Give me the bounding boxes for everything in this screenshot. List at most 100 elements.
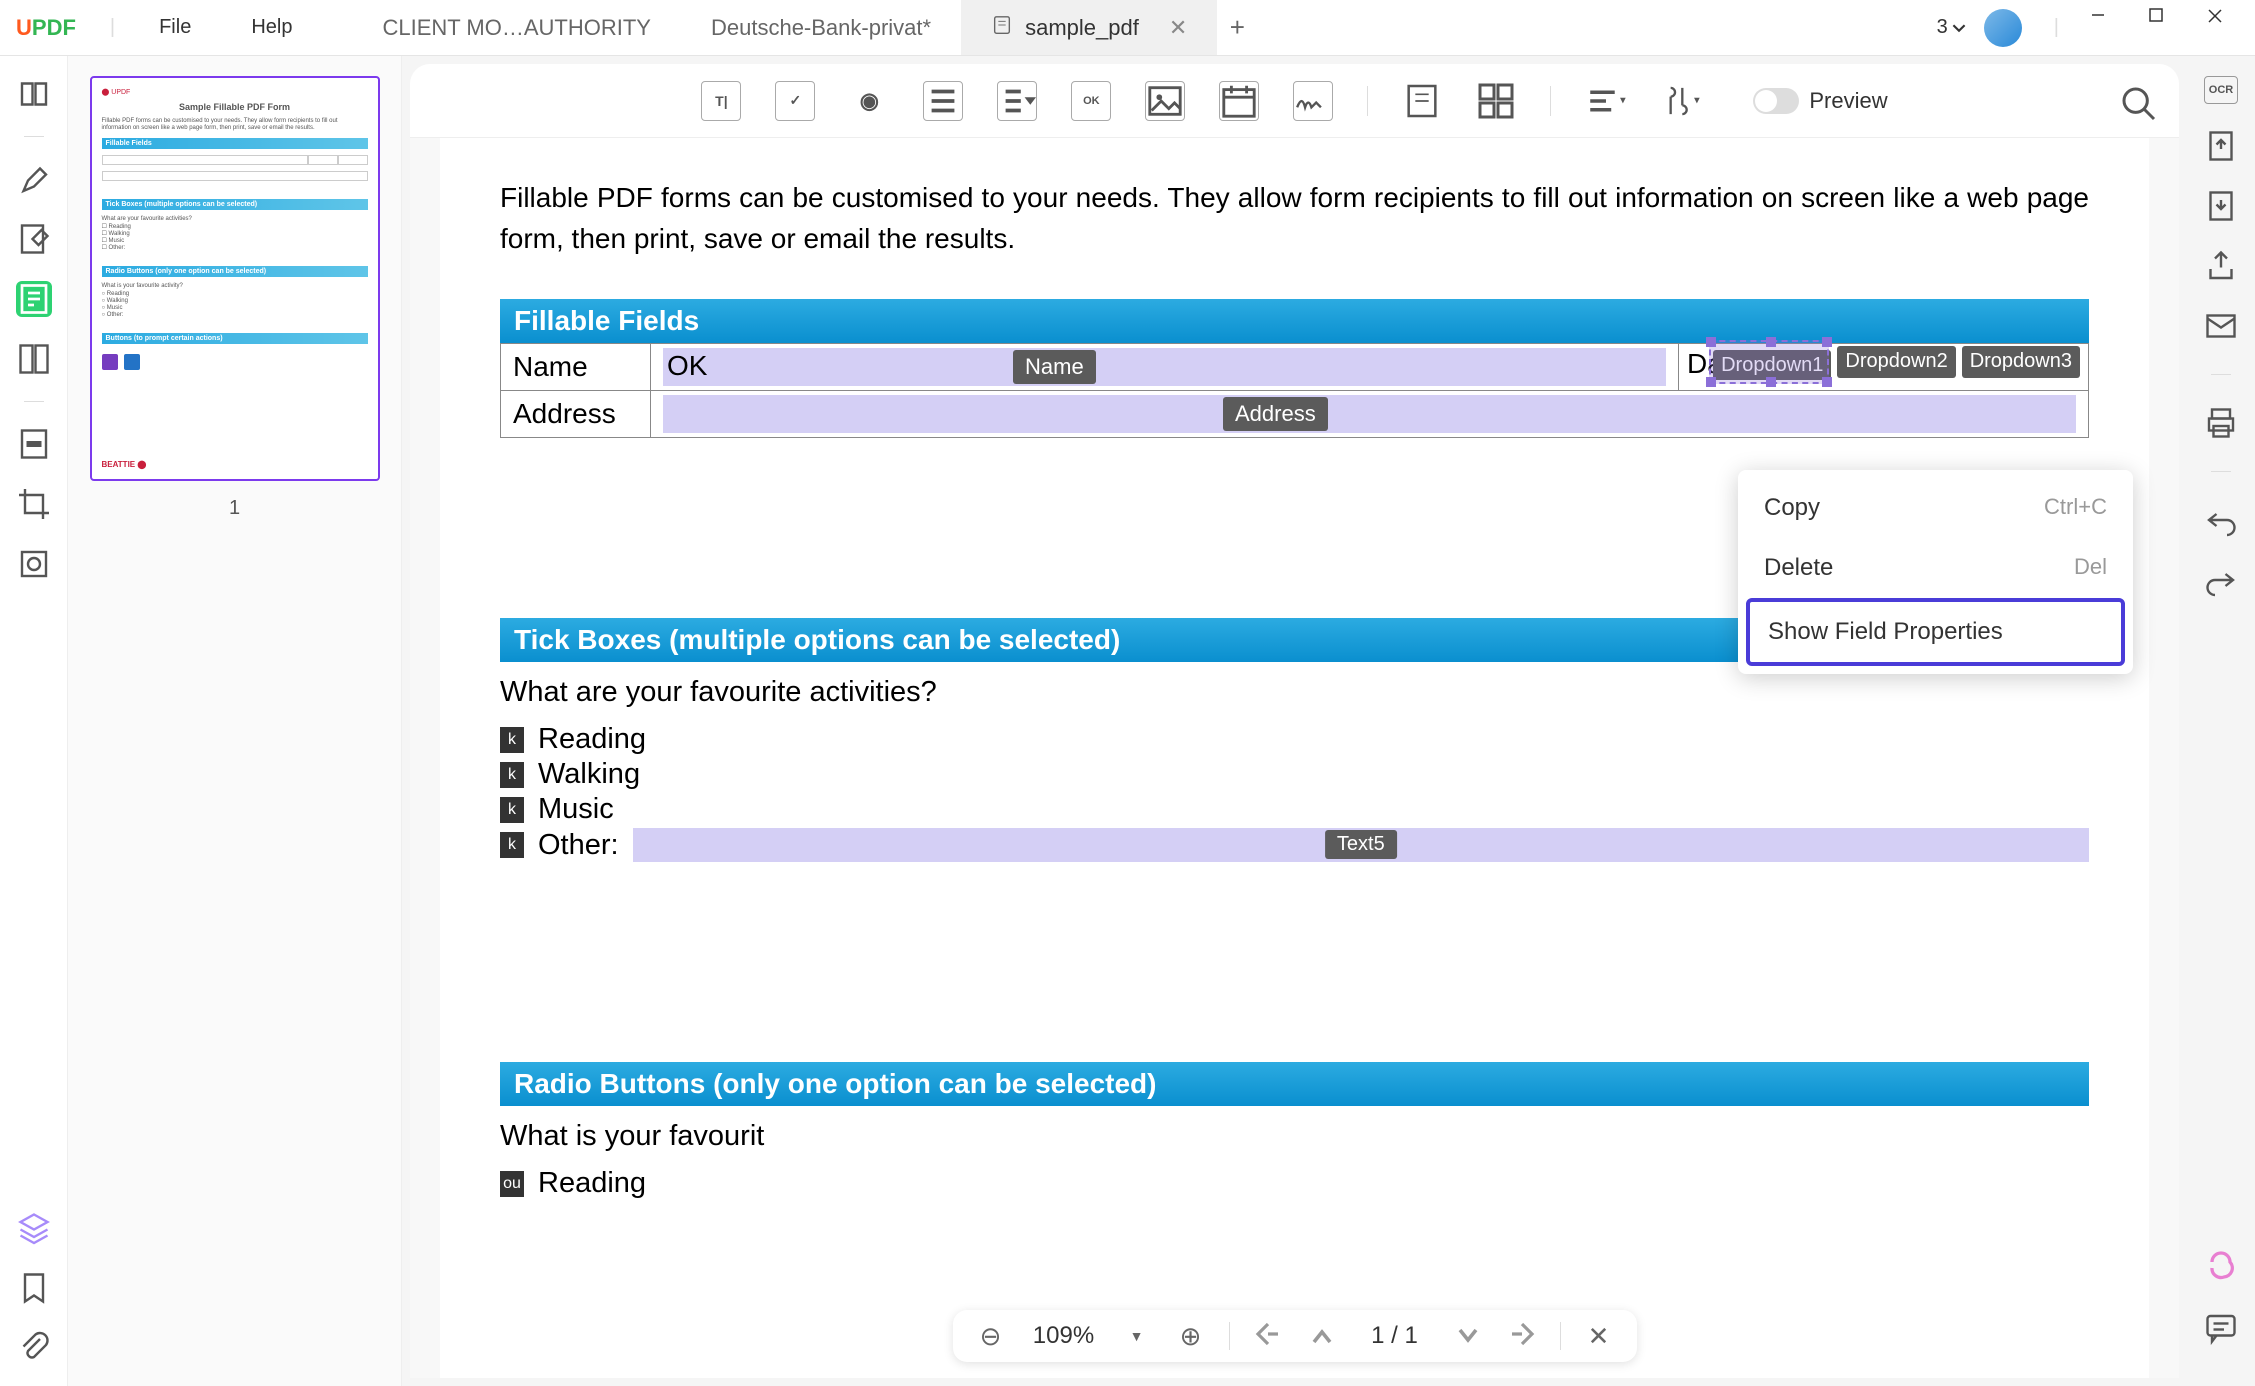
checkbox-icon[interactable]: k [500, 727, 524, 753]
edit-tool-icon[interactable] [16, 221, 52, 257]
tools-dropdown[interactable]: ▾ [1659, 81, 1699, 121]
ctx-copy[interactable]: CopyCtrl+C [1746, 478, 2125, 538]
selected-field-outline [1709, 340, 1829, 384]
redact-tool-icon[interactable] [16, 426, 52, 462]
separator [2211, 374, 2231, 375]
image-tool[interactable] [1145, 81, 1185, 121]
watermark-tool-icon[interactable] [16, 546, 52, 582]
tab-deutsche[interactable]: Deutsche-Bank-privat* [681, 0, 961, 55]
grid-tool[interactable] [1476, 81, 1516, 121]
tab-sample-pdf[interactable]: sample_pdf ✕ [961, 0, 1217, 55]
ai-tool-icon[interactable] [2203, 1250, 2239, 1286]
checkbox-tool[interactable]: ✓ [775, 81, 815, 121]
thumbnail-page-number: 1 [229, 497, 240, 520]
maximize-button[interactable] [2149, 8, 2189, 48]
dropdown-tool[interactable] [997, 81, 1037, 121]
layers-tool-icon[interactable] [16, 1210, 52, 1246]
intro-text: Fillable PDF forms can be customised to … [500, 178, 2089, 259]
preview-toggle[interactable]: Preview [1753, 88, 1887, 114]
app-logo: UPDF [16, 15, 76, 41]
checkbox-icon[interactable]: k [500, 797, 524, 823]
left-toolbar [0, 56, 68, 1386]
other-text-field[interactable]: Text5 [633, 828, 2089, 862]
prev-page-button[interactable] [1306, 1320, 1338, 1352]
signature-tool[interactable] [1293, 81, 1333, 121]
separator [1367, 86, 1368, 116]
button-tool[interactable]: OK [1071, 81, 1111, 121]
date-field-cell[interactable]: Date Dropdown1 [1679, 344, 2089, 391]
dropdown3-tag[interactable]: Dropdown3 [1962, 346, 2080, 378]
share-tool-icon[interactable] [2203, 248, 2239, 284]
import-tool-icon[interactable] [2203, 188, 2239, 224]
form-tool-icon[interactable] [16, 281, 52, 317]
zoom-level[interactable]: 109% [1029, 1322, 1099, 1350]
page-indicator[interactable]: 1 / 1 [1360, 1322, 1430, 1350]
section-fillable-fields: Fillable Fields [500, 299, 2089, 343]
date-tool[interactable] [1219, 81, 1259, 121]
chat-tool-icon[interactable] [2203, 1310, 2239, 1346]
ctx-delete[interactable]: DeleteDel [1746, 538, 2125, 598]
reader-tool-icon[interactable] [16, 76, 52, 112]
separator [1560, 1322, 1561, 1350]
zoom-in-button[interactable]: ⊕ [1175, 1320, 1207, 1352]
undo-icon[interactable] [2203, 502, 2239, 538]
ocr-tool-icon[interactable]: OCR [2204, 76, 2238, 104]
dropdown2-tag[interactable]: Dropdown2 [1837, 346, 1955, 378]
radio-icon[interactable]: ou [500, 1171, 524, 1197]
toggle-switch[interactable] [1753, 88, 1799, 114]
form-toolbar: T| ✓ ◉ OK ▾ ▾ Preview [410, 64, 2179, 138]
zoom-dropdown-icon[interactable]: ▼ [1121, 1320, 1153, 1352]
separator [24, 401, 44, 402]
close-window-button[interactable] [2207, 8, 2247, 48]
tick-option-other[interactable]: k Other: Text5 [500, 828, 2089, 862]
last-page-button[interactable] [1506, 1320, 1538, 1352]
main-area: ⬤ UPDF Sample Fillable PDF Form Fillable… [0, 56, 2255, 1386]
user-avatar[interactable] [1984, 9, 2022, 47]
bookmark-tool-icon[interactable] [16, 1270, 52, 1306]
redo-icon[interactable] [2203, 562, 2239, 598]
crop-tool-icon[interactable] [16, 486, 52, 522]
export-tool-icon[interactable] [2203, 128, 2239, 164]
separator: | [2054, 16, 2059, 39]
separator [1550, 86, 1551, 116]
checkbox-icon[interactable]: k [500, 762, 524, 788]
organize-tool-icon[interactable] [16, 341, 52, 377]
bottom-bar: ⊖ 109% ▼ ⊕ 1 / 1 ✕ [953, 1310, 1637, 1362]
menu-help[interactable]: Help [251, 16, 292, 39]
titlebar-right: 3 | [1937, 8, 2247, 48]
comment-tool-icon[interactable] [16, 161, 52, 197]
count-dropdown[interactable]: 3 [1937, 16, 1966, 39]
recognize-tool[interactable] [1402, 81, 1442, 121]
checkbox-icon[interactable]: k [500, 832, 524, 858]
tick-option-reading[interactable]: kReading [500, 723, 2089, 756]
separator [2211, 471, 2231, 472]
ctx-show-properties[interactable]: Show Field Properties [1746, 598, 2125, 666]
radio-option-reading[interactable]: ouReading [500, 1167, 2089, 1200]
page-thumbnail[interactable]: ⬤ UPDF Sample Fillable PDF Form Fillable… [90, 76, 380, 481]
print-tool-icon[interactable] [2203, 405, 2239, 441]
align-tool[interactable]: ▾ [1585, 81, 1625, 121]
close-bar-button[interactable]: ✕ [1583, 1320, 1615, 1352]
new-tab-button[interactable]: + [1217, 0, 1257, 55]
name-field-cell[interactable]: OK Name [651, 344, 1679, 391]
next-page-button[interactable] [1452, 1320, 1484, 1352]
first-page-button[interactable] [1252, 1320, 1284, 1352]
separator [24, 136, 44, 137]
text-field-tool[interactable]: T| [701, 81, 741, 121]
separator [1229, 1322, 1230, 1350]
list-tool[interactable] [923, 81, 963, 121]
address-field-tag: Address [1223, 397, 1328, 431]
section-radio-buttons: Radio Buttons (only one option can be se… [500, 1062, 2089, 1106]
close-tab-icon[interactable]: ✕ [1169, 15, 1187, 41]
menu-file[interactable]: File [159, 16, 191, 39]
address-field-cell[interactable]: Address [651, 391, 2089, 438]
attachment-tool-icon[interactable] [16, 1330, 52, 1366]
email-tool-icon[interactable] [2203, 308, 2239, 344]
search-icon[interactable] [2119, 84, 2159, 124]
radio-tool[interactable]: ◉ [849, 81, 889, 121]
zoom-out-button[interactable]: ⊖ [975, 1320, 1007, 1352]
minimize-button[interactable] [2091, 8, 2131, 48]
tab-client[interactable]: CLIENT MO…AUTHORITY [352, 0, 681, 55]
tick-option-walking[interactable]: kWalking [500, 758, 2089, 791]
tick-option-music[interactable]: kMusic [500, 793, 2089, 826]
